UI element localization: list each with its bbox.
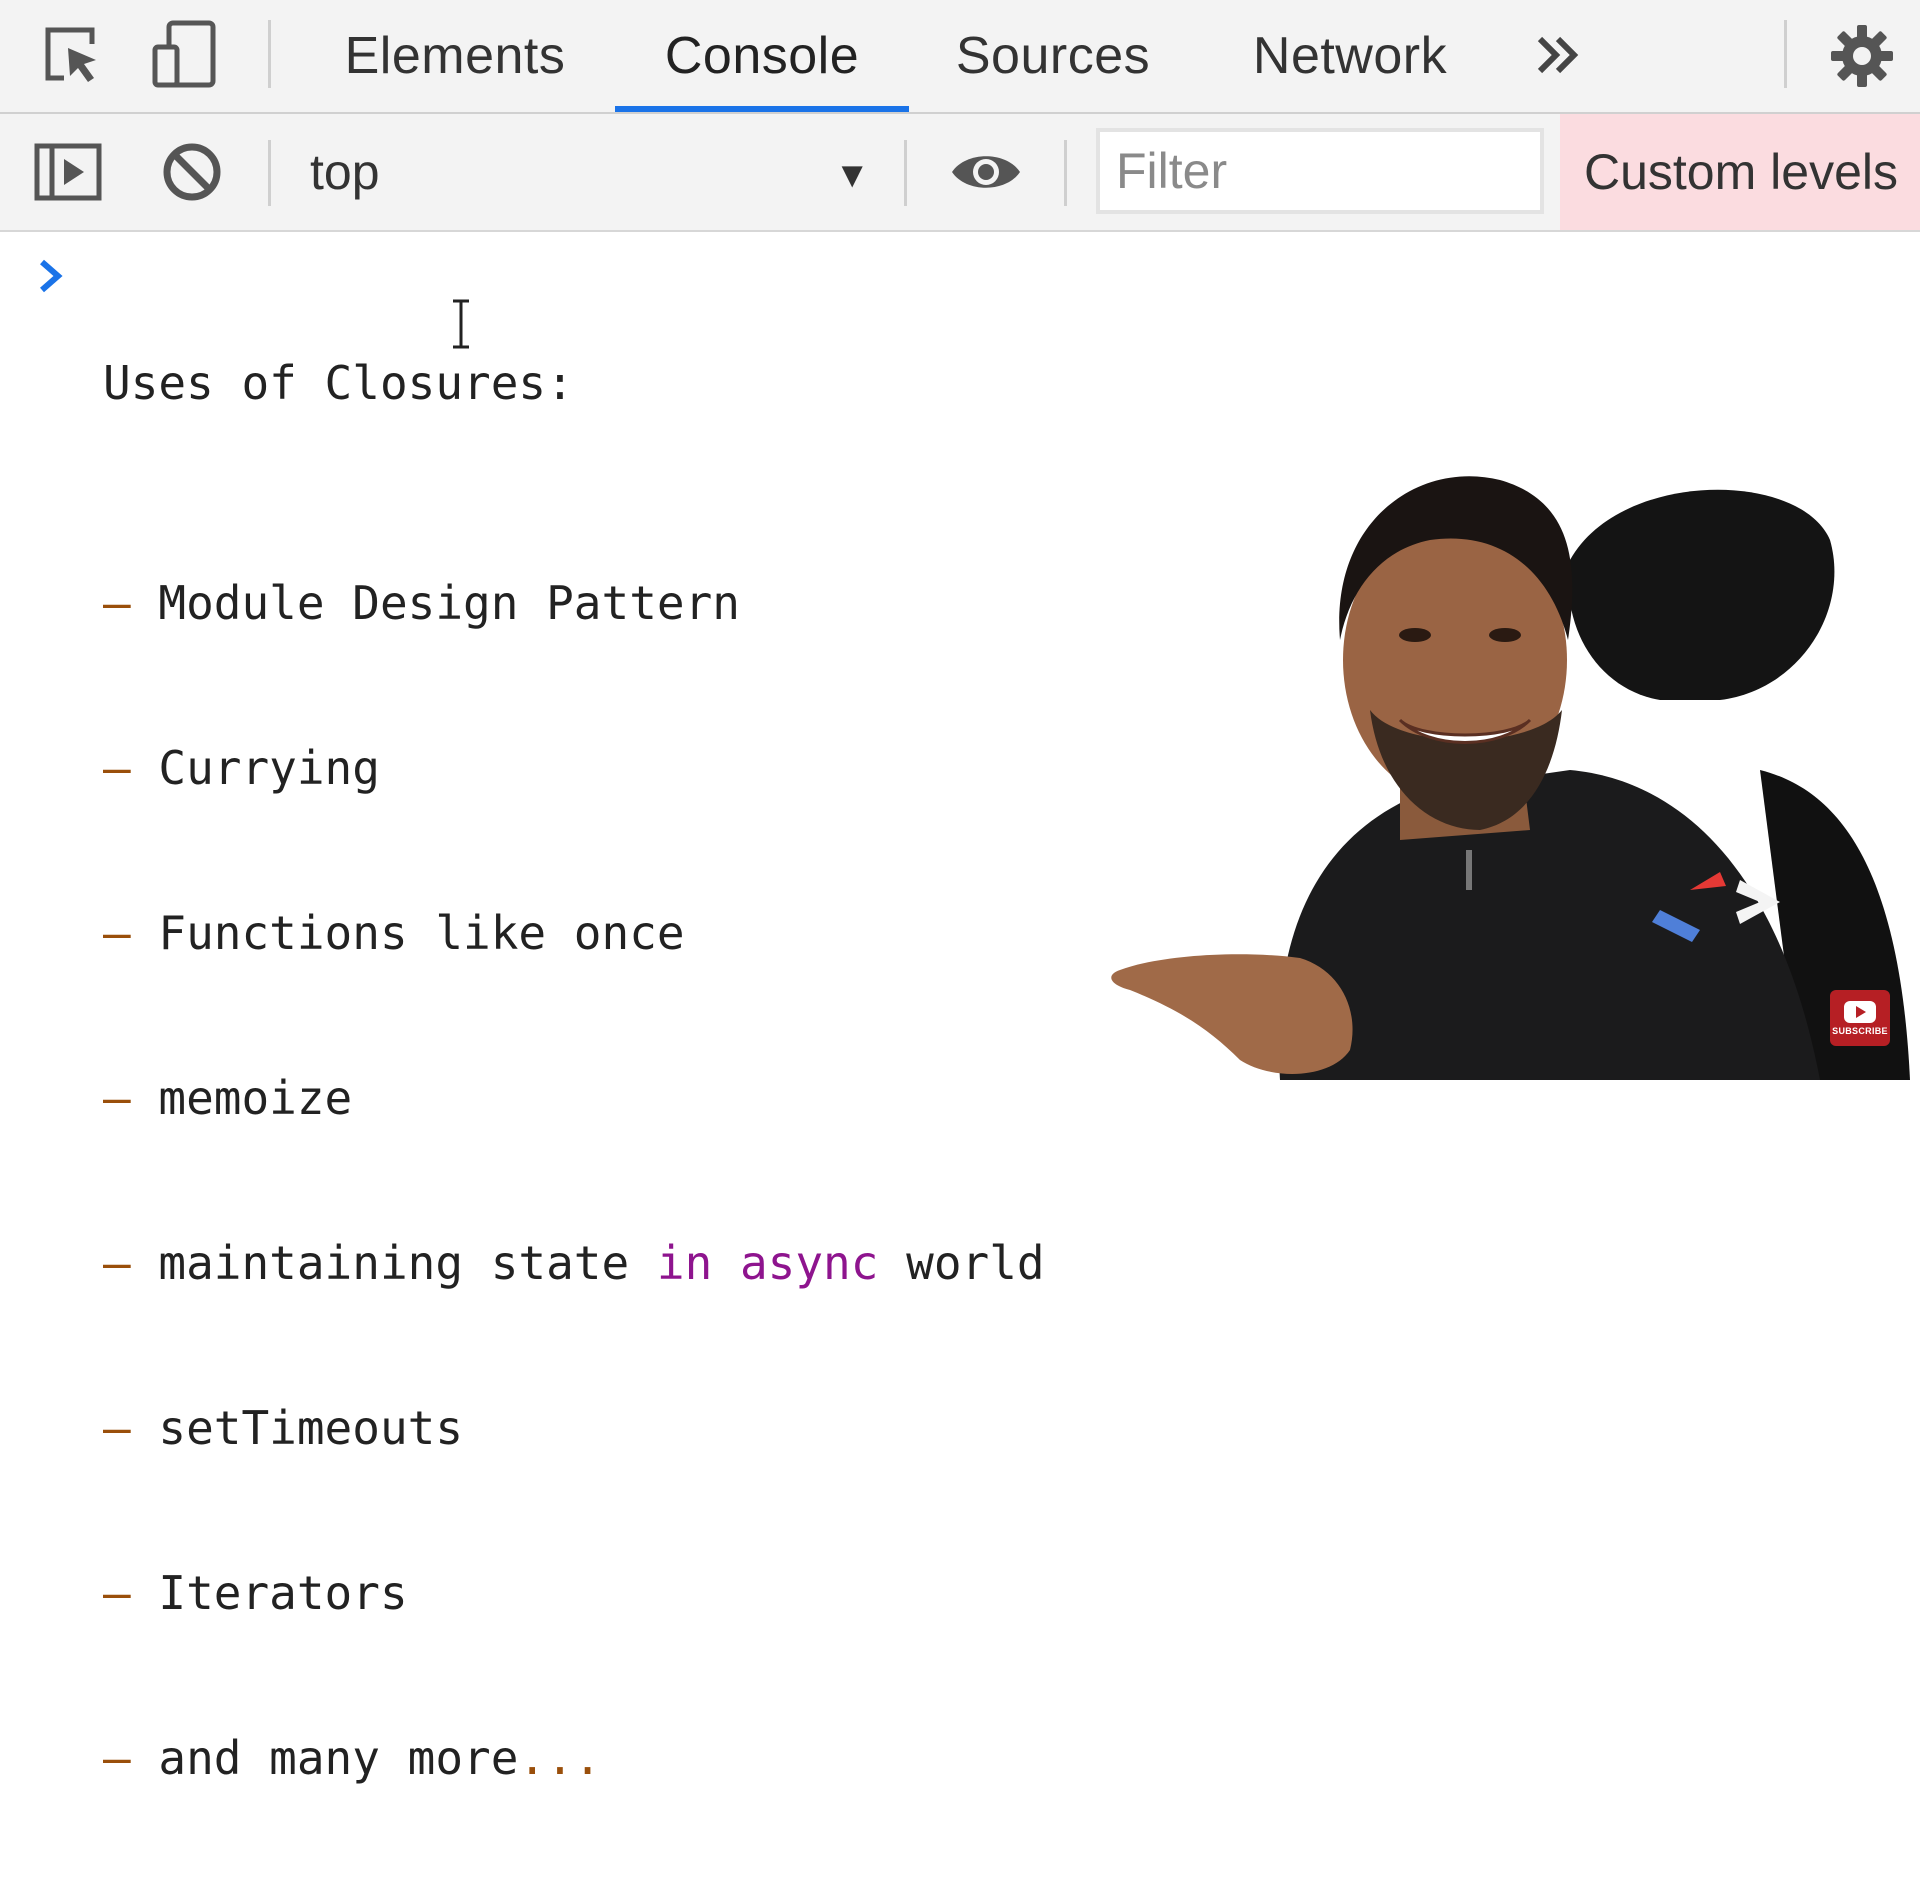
list-item: – Iterators	[103, 1566, 1045, 1621]
filter-input[interactable]: Filter	[1096, 128, 1544, 214]
console-heading: Uses of Closures:	[103, 356, 574, 410]
list-item: – Functions like once	[103, 906, 1045, 961]
dash: –	[103, 906, 159, 960]
dash: –	[103, 1731, 159, 1785]
ellipsis: ...	[518, 1731, 602, 1785]
tab-sources[interactable]: Sources	[940, 0, 1166, 112]
dropdown-arrow-icon: ▼	[834, 154, 870, 195]
divider	[268, 140, 271, 206]
dash: –	[103, 1236, 159, 1290]
list-item-text: memoize	[158, 1071, 353, 1125]
dash: –	[103, 1566, 159, 1620]
list-item: – maintaining state in async world	[103, 1236, 1045, 1291]
tab-network[interactable]: Network	[1240, 0, 1460, 112]
list-item: – and many more...	[103, 1731, 1045, 1786]
list-item: – setTimeouts	[103, 1401, 1045, 1456]
dash: –	[103, 1071, 159, 1125]
sidebar-toggle-icon[interactable]	[30, 134, 106, 210]
device-toolbar-icon[interactable]	[150, 18, 222, 90]
prompt-chevron-icon	[38, 252, 64, 308]
dash: –	[103, 1401, 159, 1455]
play-icon	[1844, 1001, 1876, 1023]
clear-console-icon[interactable]	[154, 134, 230, 210]
devtools-tab-bar: Elements Console Sources Network	[0, 0, 1920, 114]
list-item: – Module Design Pattern	[103, 576, 1045, 631]
divider	[1064, 140, 1067, 206]
settings-gear-icon[interactable]	[1824, 18, 1900, 94]
text-cursor-icon	[448, 298, 474, 350]
list-item-text: Functions like once	[158, 906, 685, 960]
list-item-text: world	[878, 1236, 1045, 1290]
list-item-text: setTimeouts	[158, 1401, 464, 1455]
presenter-video-overlay	[1111, 476, 1910, 1080]
select-element-icon[interactable]	[36, 18, 108, 90]
list-item-text: and many more	[158, 1731, 519, 1785]
list-item-text: Iterators	[158, 1566, 408, 1620]
dash: –	[103, 741, 159, 795]
console-message: Uses of Closures: – Module Design Patter…	[103, 246, 1045, 1896]
subscribe-label: SUBSCRIBE	[1832, 1026, 1888, 1036]
keyword-highlight: in async	[656, 1236, 879, 1290]
list-item-text: maintaining state	[158, 1236, 657, 1290]
more-tabs-icon[interactable]	[1528, 22, 1588, 88]
tab-console[interactable]: Console	[615, 0, 909, 112]
subscribe-button[interactable]: SUBSCRIBE	[1830, 990, 1890, 1046]
tab-elements[interactable]: Elements	[330, 0, 580, 112]
log-levels-label: Custom levels	[1584, 144, 1898, 200]
context-selector[interactable]: top ▼	[290, 132, 880, 212]
context-value: top	[310, 144, 380, 200]
devtools-window: Elements Console Sources Network top ▼ F…	[0, 0, 1920, 1785]
active-tab-indicator	[615, 106, 909, 112]
divider	[268, 20, 271, 88]
list-item: – Currying	[103, 741, 1045, 796]
list-item-text: Module Design Pattern	[158, 576, 740, 630]
list-item-text: Currying	[158, 741, 380, 795]
dash: –	[103, 576, 159, 630]
live-expression-eye-icon[interactable]	[948, 134, 1024, 210]
log-levels-dropdown[interactable]: Custom levels	[1560, 114, 1920, 230]
list-item: – memoize	[103, 1071, 1045, 1126]
divider	[1784, 20, 1787, 88]
console-toolbar: top ▼ Filter Custom levels	[0, 114, 1920, 232]
divider	[904, 140, 907, 206]
